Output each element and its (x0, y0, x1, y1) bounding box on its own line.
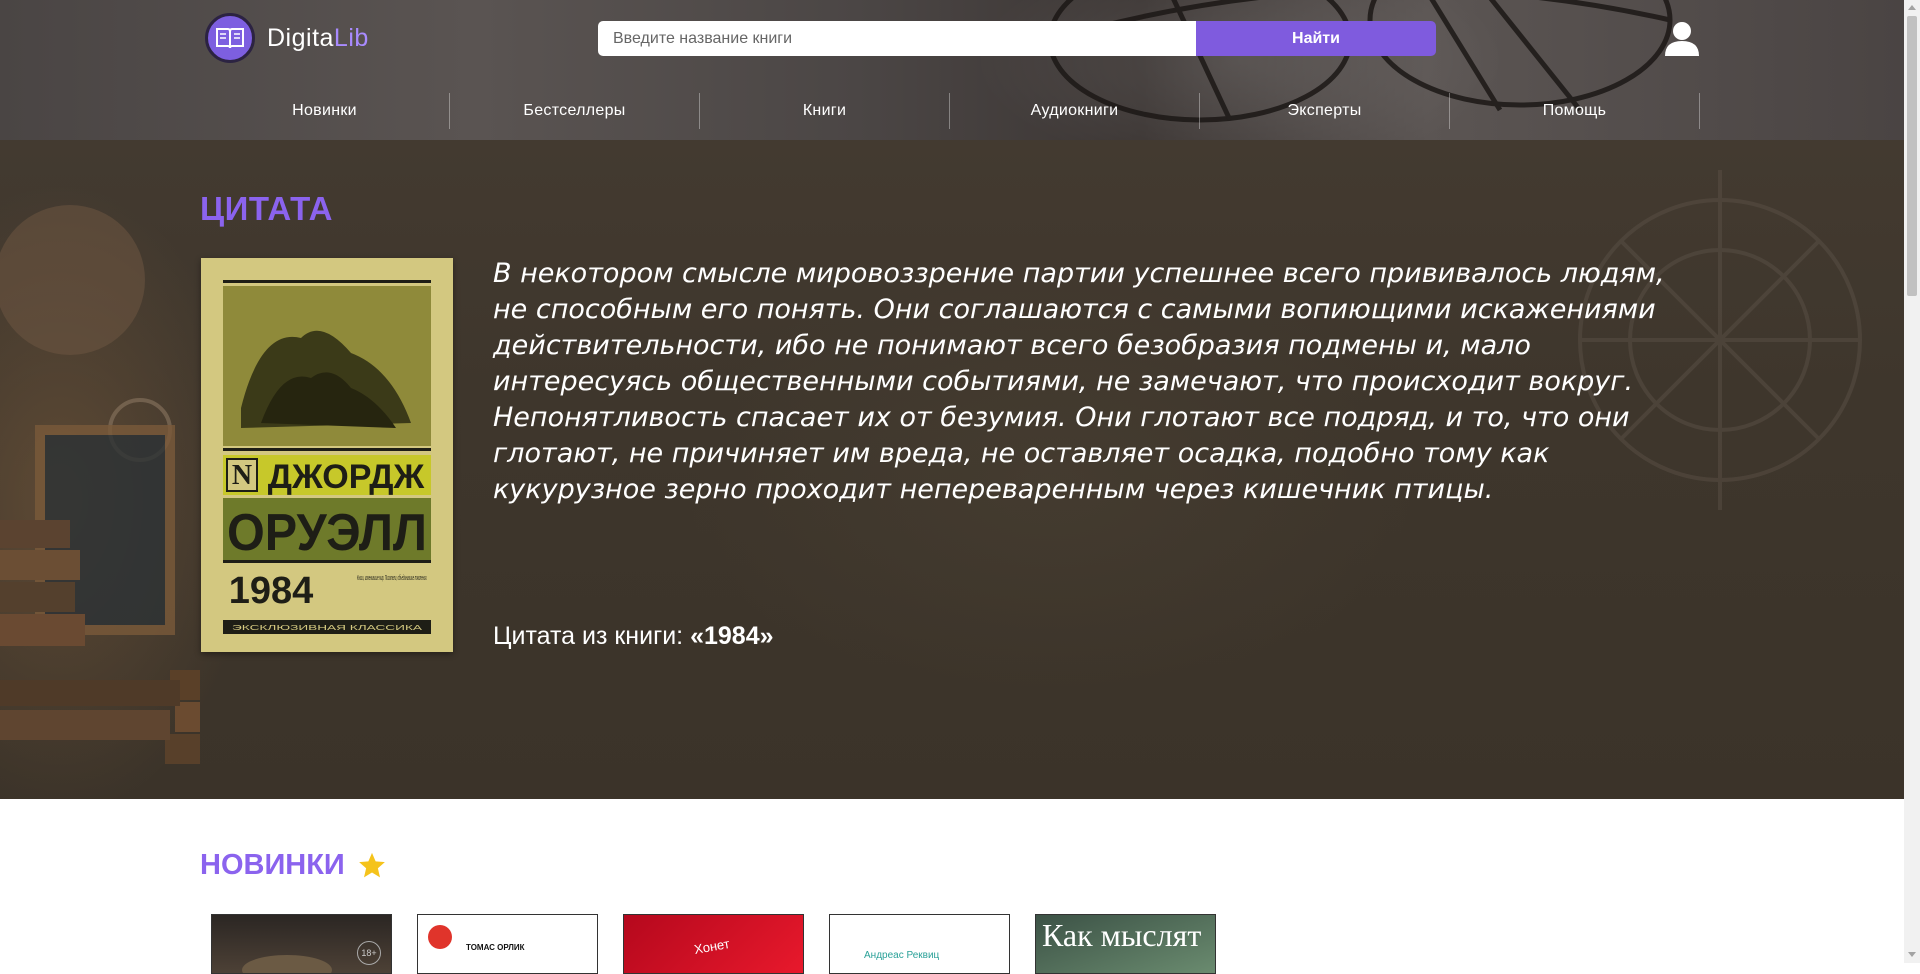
nav-item-books[interactable]: Книги (700, 93, 950, 129)
book-card[interactable]: ТОМАС ОРЛИК (417, 914, 598, 974)
site-header: DigitaLib Найти Новинки Бестселлеры Книг… (0, 0, 1904, 140)
book-card[interactable]: Андреас Реквиц (829, 914, 1010, 974)
search-input[interactable] (598, 21, 1196, 56)
nav-item-help[interactable]: Помощь (1450, 93, 1700, 129)
nav-item-audiobooks[interactable]: Аудиокниги (950, 93, 1200, 129)
book-cover-art: N ДЖОРДЖ ОРУЭЛЛ 1984 Книги, изменившие м… (201, 258, 453, 652)
book-card[interactable]: Хонет (623, 914, 804, 974)
search-bar: Найти (598, 21, 1436, 56)
scroll-down-arrow-icon[interactable] (1908, 952, 1916, 957)
cover-author-last: ОРУЭЛЛ (227, 504, 427, 562)
book-card[interactable]: Как мыслят (1035, 914, 1216, 974)
nav-item-bestsellers[interactable]: Бестселлеры (450, 93, 700, 129)
book-card[interactable]: 18+ (211, 914, 392, 974)
quote-source-prefix: Цитата из книги: (493, 622, 684, 650)
logo-text-first: Digita (267, 23, 334, 52)
book-icon (205, 13, 255, 63)
main-nav: Новинки Бестселлеры Книги Аудиокниги Экс… (200, 93, 1702, 129)
quote-text: В некотором смысле мировоззрение партии … (493, 258, 1665, 505)
quote-source: Цитата из книги: «1984» (493, 622, 774, 651)
logo-text-second: Lib (333, 23, 369, 52)
new-books-section-title: НОВИНКИ (200, 849, 387, 882)
site-logo[interactable]: DigitaLib (205, 12, 369, 64)
quote-source-book-link[interactable]: «1984» (690, 622, 773, 650)
scroll-up-arrow-icon[interactable] (1908, 5, 1916, 10)
quote-section: ЦИТАТА N ДЖОРДЖ ОРУЭЛЛ 1984 Книги, измен… (0, 140, 1904, 799)
card-author: ТОМАС ОРЛИК (466, 943, 525, 952)
cover-author-first: ДЖОРДЖ (268, 458, 425, 496)
card-author: Андреас Реквиц (864, 950, 940, 961)
logo-text: DigitaLib (267, 24, 369, 53)
new-books-title-text: НОВИНКИ (200, 849, 345, 881)
svg-text:N: N (232, 460, 252, 491)
new-books-list: 18+ ТОМАС ОРЛИК Хонет Андреас Реквиц Как… (211, 914, 1241, 974)
page-scrollbar[interactable] (1904, 0, 1920, 963)
cover-series: ЭКСКЛЮЗИВНАЯ КЛАССИКА (232, 625, 423, 632)
star-icon (358, 852, 385, 877)
scroll-thumb[interactable] (1907, 16, 1917, 296)
cover-title: 1984 (229, 570, 314, 612)
nav-item-experts[interactable]: Эксперты (1200, 93, 1450, 129)
nav-item-novinki[interactable]: Новинки (200, 93, 450, 129)
publisher-logo (428, 925, 452, 949)
search-button[interactable]: Найти (1196, 21, 1436, 56)
book-cover-1984[interactable]: N ДЖОРДЖ ОРУЭЛЛ 1984 Книги, изменившие м… (201, 258, 453, 652)
card-title: Как мыслят (1042, 917, 1202, 953)
user-icon[interactable] (1662, 18, 1702, 58)
card-age-badge: 18+ (357, 941, 381, 965)
cover-note: Книги, изменившие мир. Писатели, объедин… (357, 574, 427, 582)
quote-section-title: ЦИТАТА (200, 190, 334, 227)
card-title: Хонет (692, 936, 731, 957)
books-background-decoration (0, 205, 200, 764)
card-cover-art (242, 955, 332, 973)
